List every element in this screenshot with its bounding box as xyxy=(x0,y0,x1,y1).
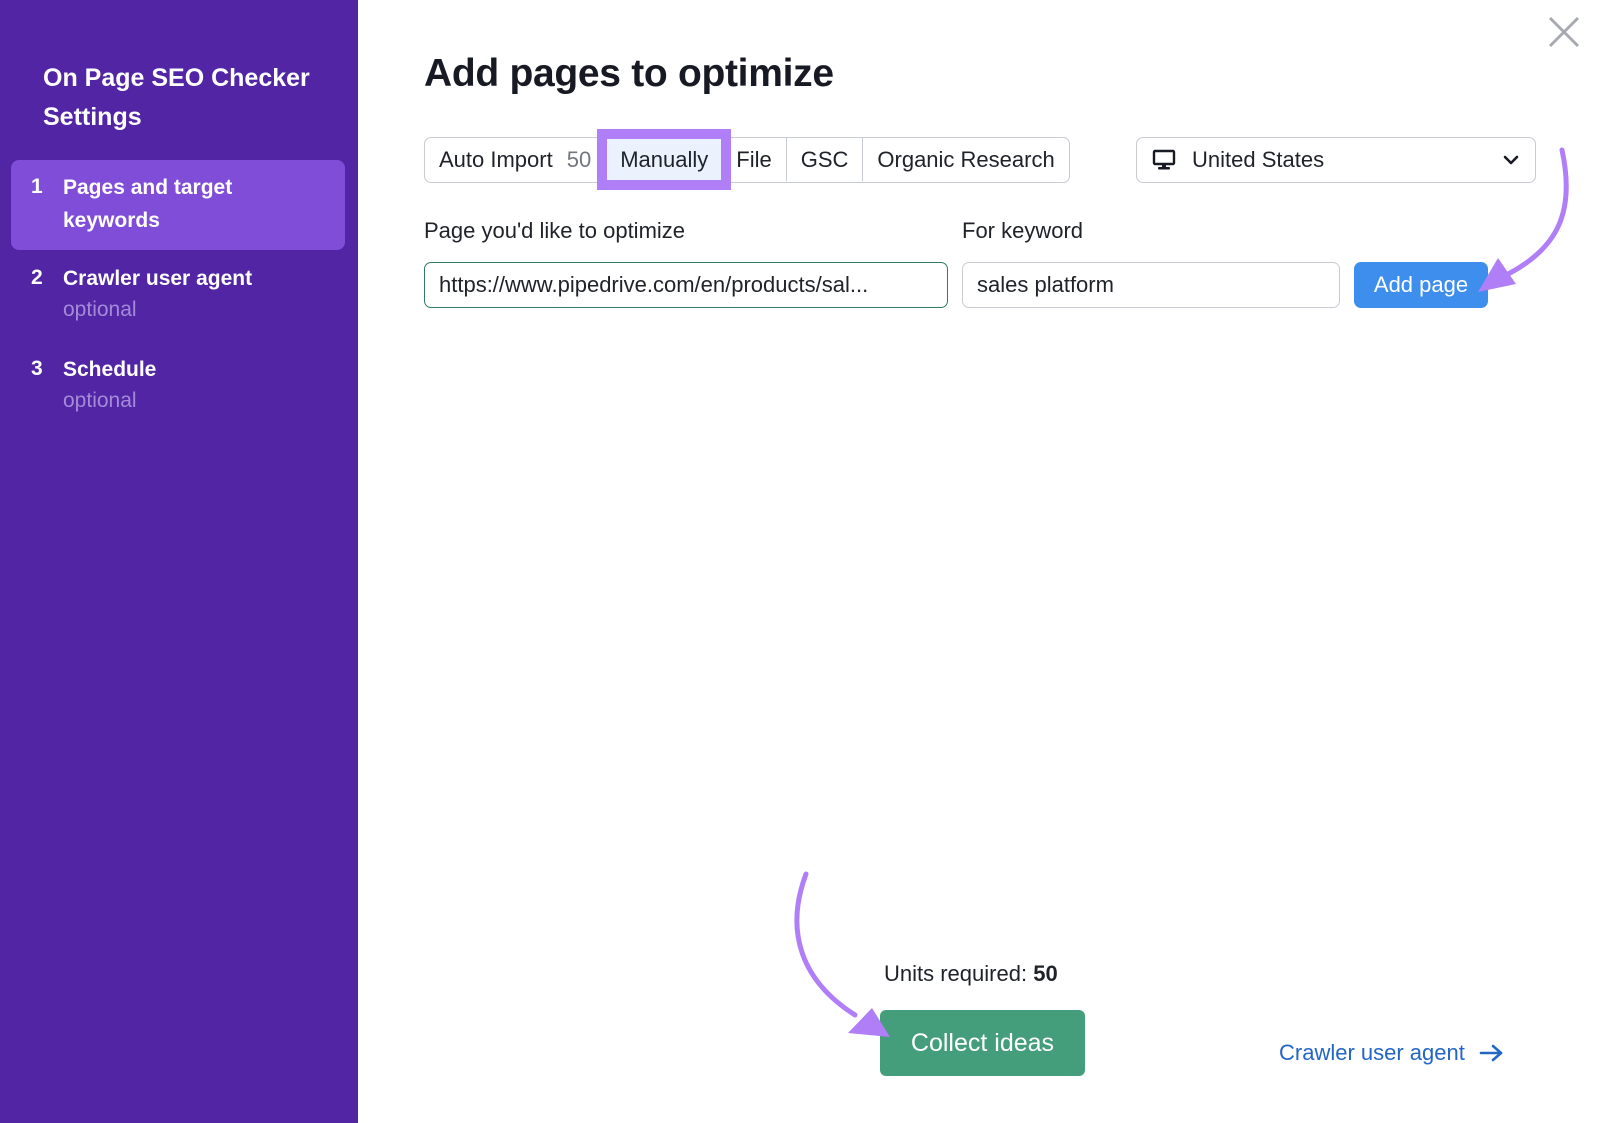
step-optional-label: optional xyxy=(63,389,137,412)
step-label: Pages and target keywords xyxy=(63,176,233,232)
location-value: United States xyxy=(1192,147,1325,172)
tab-label: Manually xyxy=(620,146,709,172)
units-label: Units required: xyxy=(884,961,1028,986)
tab-organic-research[interactable]: Organic Research xyxy=(863,138,1068,181)
add-page-button[interactable]: Add page xyxy=(1354,262,1488,308)
sidebar-step-pages-keywords[interactable]: 1 Pages and target keywords xyxy=(11,160,345,250)
sidebar: On Page SEO Checker Settings 1 Pages and… xyxy=(0,0,358,1123)
tab-count: 50 xyxy=(566,146,592,172)
tab-label: Organic Research xyxy=(877,146,1055,172)
chevron-down-icon xyxy=(1503,155,1519,165)
page-url-input[interactable]: https://www.pipedrive.com/en/products/sa… xyxy=(424,262,948,308)
step-number: 2 xyxy=(31,266,43,289)
tab-label: GSC xyxy=(800,146,849,172)
tab-label: File xyxy=(736,146,772,172)
step-label: Schedule xyxy=(63,358,157,381)
sidebar-step-schedule[interactable]: 3 Schedule optional xyxy=(11,353,345,423)
keyword-input[interactable]: sales platform xyxy=(962,262,1340,308)
arrow-right-icon xyxy=(1479,1044,1503,1062)
tab-gsc[interactable]: GSC xyxy=(787,138,864,181)
next-step-label: Crawler user agent xyxy=(1279,1040,1465,1065)
units-value: 50 xyxy=(1033,961,1058,986)
location-select[interactable]: United States xyxy=(1136,137,1536,183)
step-optional-label: optional xyxy=(63,298,137,321)
next-step-link[interactable]: Crawler user agent xyxy=(1279,1040,1505,1066)
keyword-value: sales platform xyxy=(977,272,1114,297)
page-url-value: https://www.pipedrive.com/en/products/sa… xyxy=(439,272,869,297)
monitor-icon xyxy=(1152,149,1176,170)
close-icon[interactable] xyxy=(1546,14,1582,50)
sidebar-title: On Page SEO Checker Settings xyxy=(43,64,310,131)
import-method-tabs: Auto Import 50 Manually File GSC Organic… xyxy=(424,129,1070,190)
page-title: Add pages to optimize xyxy=(424,52,834,95)
step-label: Crawler user agent xyxy=(63,267,253,290)
keyword-label: For keyword xyxy=(962,218,1084,243)
units-required: Units required: 50 xyxy=(884,961,1058,987)
tab-manually[interactable]: Manually xyxy=(597,129,732,190)
tab-label: Auto Import xyxy=(439,146,553,172)
tab-auto-import[interactable]: Auto Import 50 xyxy=(425,138,607,181)
tab-file[interactable]: File xyxy=(722,138,787,181)
sidebar-step-crawler-user-agent[interactable]: 2 Crawler user agent optional xyxy=(11,262,345,332)
page-url-label: Page you'd like to optimize xyxy=(424,218,686,243)
step-number: 3 xyxy=(31,357,43,380)
collect-ideas-button[interactable]: Collect ideas xyxy=(880,1010,1085,1076)
annotation-arrow-collect-ideas xyxy=(794,871,890,1037)
step-number: 1 xyxy=(31,175,43,198)
